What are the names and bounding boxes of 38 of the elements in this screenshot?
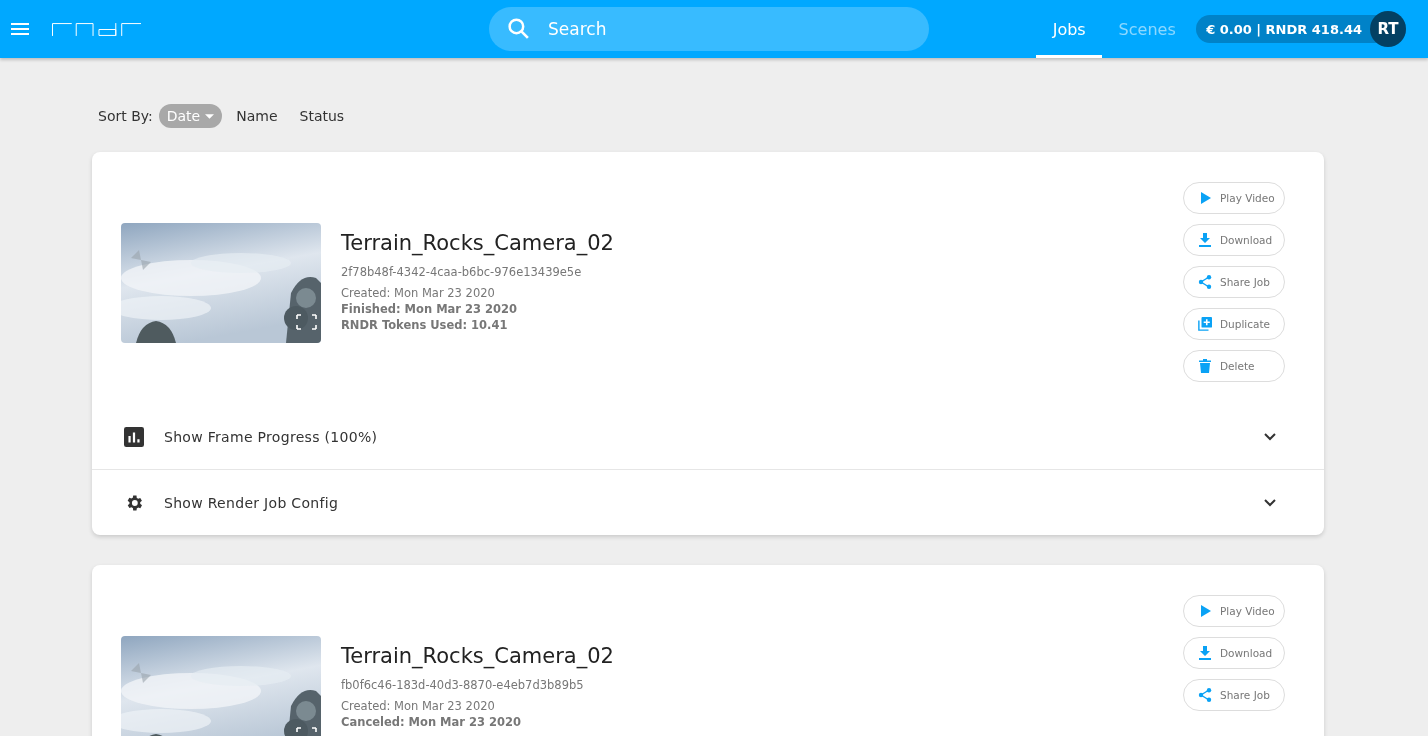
- job-detail: Created: Mon Mar 23 2020: [341, 698, 496, 714]
- action-button[interactable]: Play Video: [1183, 182, 1285, 214]
- job-detail: RNDR Tokens Used: 10.41: [341, 317, 509, 333]
- action-button[interactable]: Duplicate: [1183, 308, 1285, 340]
- job-detail: Canceled: Mon Mar 23 2020: [341, 714, 522, 730]
- duplicate-icon: [1198, 317, 1212, 331]
- job-title: Terrain_Rocks_Camera_02: [341, 644, 615, 668]
- trash-icon: [1198, 359, 1212, 373]
- job-detail: Finished: Mon Mar 23 2020: [341, 301, 519, 317]
- balance-text: € 0.00 | RNDR 418.44: [1206, 21, 1362, 37]
- caret-icon: [205, 113, 215, 119]
- logo-icon[interactable]: [52, 22, 141, 36]
- sort-option[interactable]: Status: [291, 104, 353, 128]
- action-button[interactable]: Share Job: [1183, 679, 1285, 711]
- nav-tab[interactable]: Jobs: [1036, 0, 1103, 58]
- menu-icon[interactable]: [11, 23, 29, 35]
- share-icon: [1198, 275, 1212, 289]
- download-icon: [1198, 646, 1212, 660]
- job-id: 2f78b48f-4342-4caa-b6bc-976e13439e5e: [341, 265, 583, 279]
- sort-label: Sort By:: [98, 108, 153, 124]
- sort-option[interactable]: Name: [228, 104, 286, 128]
- action-button[interactable]: Share Job: [1183, 266, 1285, 298]
- job-detail: Created: Mon Mar 23 2020: [341, 285, 496, 301]
- action-button[interactable]: Download: [1183, 637, 1285, 669]
- user-avatar[interactable]: RT: [1370, 11, 1406, 47]
- play-icon: [1198, 604, 1212, 618]
- share-icon: [1198, 688, 1212, 702]
- action-button[interactable]: Play Video: [1183, 595, 1285, 627]
- job-title: Terrain_Rocks_Camera_02: [341, 231, 615, 255]
- expandable-row[interactable]: Show Render Job Config: [92, 469, 1324, 535]
- expandable-row[interactable]: Show Frame Progress (100%): [92, 404, 1324, 469]
- bar-chart-icon: [124, 426, 144, 447]
- download-icon: [1198, 233, 1212, 247]
- action-button[interactable]: Delete: [1183, 350, 1285, 382]
- job-id: fb0f6c46-183d-40d3-8870-e4eb7d3b89b5: [341, 678, 585, 692]
- play-icon: [1198, 191, 1212, 205]
- search-icon: [506, 16, 531, 41]
- action-button[interactable]: Download: [1183, 224, 1285, 256]
